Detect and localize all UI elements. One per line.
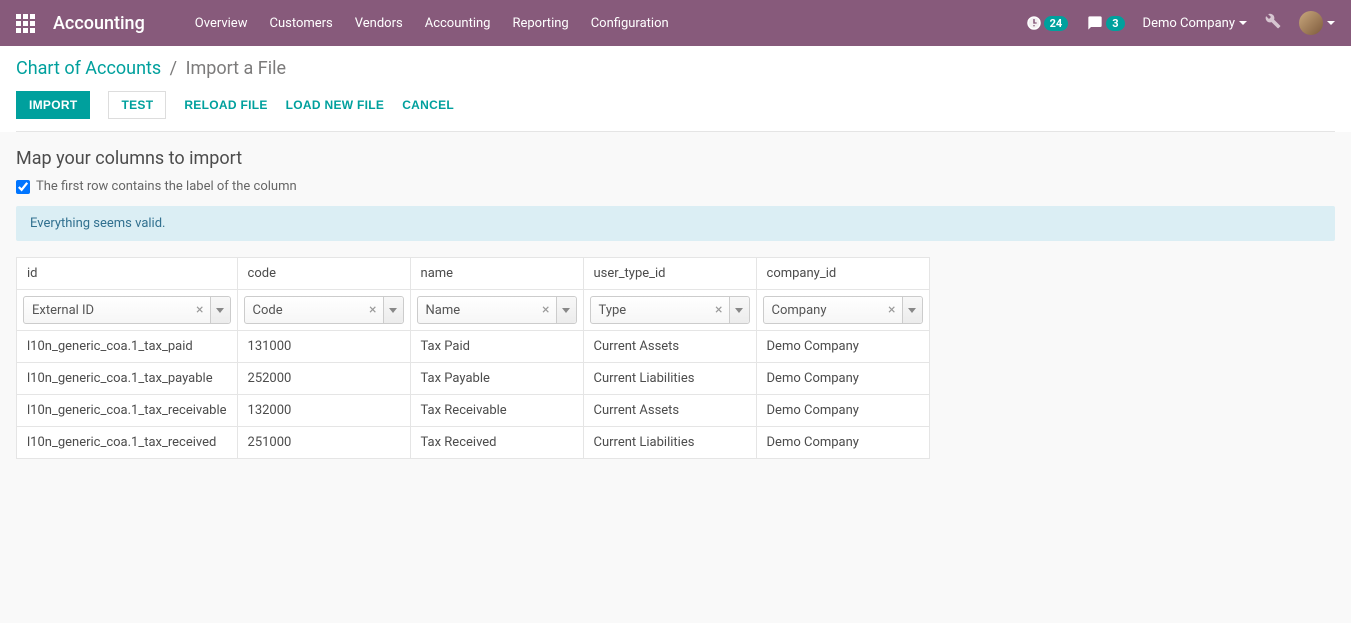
breadcrumb-parent[interactable]: Chart of Accounts [16, 58, 161, 79]
chevron-down-icon[interactable] [210, 297, 230, 323]
clear-icon[interactable]: × [536, 302, 555, 318]
cell-company: Demo Company [756, 427, 929, 459]
nav-accounting[interactable]: Accounting [425, 16, 491, 31]
cell-code: 132000 [237, 395, 410, 427]
import-area: Map your columns to import The first row… [0, 132, 1351, 475]
cancel-button[interactable]: Cancel [402, 92, 454, 118]
mapping-row: External ID× Code× Name× Type× Company× [17, 290, 930, 331]
col-header-code: code [237, 258, 410, 290]
cell-id: l10n_generic_coa.1_tax_receivable [17, 395, 238, 427]
clear-icon[interactable]: × [363, 302, 382, 318]
field-select-type[interactable]: Type× [590, 296, 750, 324]
first-row-checkbox[interactable] [16, 180, 30, 194]
messages-badge: 3 [1106, 16, 1124, 31]
field-select-id[interactable]: External ID× [23, 296, 231, 324]
import-preview-table: id code name user_type_id company_id Ext… [16, 257, 930, 459]
cell-type: Current Assets [583, 395, 756, 427]
validation-alert: Everything seems valid. [16, 206, 1335, 241]
nav-customers[interactable]: Customers [269, 16, 332, 31]
chevron-down-icon[interactable] [383, 297, 403, 323]
chevron-down-icon [1239, 21, 1247, 25]
clear-icon[interactable]: × [190, 302, 209, 318]
user-menu[interactable] [1299, 11, 1335, 35]
company-name: Demo Company [1143, 16, 1235, 31]
chevron-down-icon[interactable] [729, 297, 749, 323]
cell-code: 251000 [237, 427, 410, 459]
activity-icon[interactable]: 24 [1026, 15, 1069, 31]
messages-icon[interactable]: 3 [1086, 15, 1124, 31]
nav-links: Overview Customers Vendors Accounting Re… [195, 16, 669, 31]
breadcrumb: Chart of Accounts / Import a File [16, 58, 1335, 79]
debug-icon[interactable] [1265, 13, 1281, 33]
header-row: id code name user_type_id company_id [17, 258, 930, 290]
load-new-file-button[interactable]: Load New File [286, 92, 385, 118]
cell-type: Current Liabilities [583, 363, 756, 395]
chevron-down-icon[interactable] [902, 297, 922, 323]
col-header-type: user_type_id [583, 258, 756, 290]
apps-icon[interactable] [16, 14, 35, 33]
col-header-name: name [410, 258, 583, 290]
app-brand[interactable]: Accounting [53, 13, 145, 34]
field-select-code[interactable]: Code× [244, 296, 404, 324]
cell-name: Tax Received [410, 427, 583, 459]
breadcrumb-separator: / [170, 58, 177, 79]
clear-icon[interactable]: × [882, 302, 901, 318]
cell-type: Current Liabilities [583, 427, 756, 459]
map-title: Map your columns to import [16, 148, 1335, 169]
field-select-company[interactable]: Company× [763, 296, 923, 324]
first-row-checkbox-label[interactable]: The first row contains the label of the … [16, 179, 1335, 194]
cell-code: 131000 [237, 331, 410, 363]
cell-id: l10n_generic_coa.1_tax_paid [17, 331, 238, 363]
button-row: Import Test Reload File Load New File Ca… [16, 91, 1335, 132]
nav-configuration[interactable]: Configuration [591, 16, 669, 31]
cell-company: Demo Company [756, 395, 929, 427]
reload-file-button[interactable]: Reload File [184, 92, 267, 118]
cell-code: 252000 [237, 363, 410, 395]
table-row: l10n_generic_coa.1_tax_received251000Tax… [17, 427, 930, 459]
cell-company: Demo Company [756, 363, 929, 395]
field-select-name[interactable]: Name× [417, 296, 577, 324]
clear-icon[interactable]: × [709, 302, 728, 318]
activity-badge: 24 [1044, 16, 1069, 31]
table-row: l10n_generic_coa.1_tax_receivable132000T… [17, 395, 930, 427]
nav-reporting[interactable]: Reporting [512, 16, 568, 31]
table-row: l10n_generic_coa.1_tax_paid131000Tax Pai… [17, 331, 930, 363]
control-panel: Chart of Accounts / Import a File Import… [0, 46, 1351, 132]
cell-type: Current Assets [583, 331, 756, 363]
nav-overview[interactable]: Overview [195, 16, 248, 31]
chevron-down-icon [1327, 21, 1335, 25]
cell-name: Tax Receivable [410, 395, 583, 427]
chevron-down-icon[interactable] [556, 297, 576, 323]
top-navbar: Accounting Overview Customers Vendors Ac… [0, 0, 1351, 46]
col-header-id: id [17, 258, 238, 290]
cell-company: Demo Company [756, 331, 929, 363]
nav-vendors[interactable]: Vendors [355, 16, 403, 31]
company-switcher[interactable]: Demo Company [1143, 16, 1247, 31]
breadcrumb-current: Import a File [186, 58, 286, 79]
cell-name: Tax Paid [410, 331, 583, 363]
first-row-text: The first row contains the label of the … [36, 179, 297, 194]
navbar-right: 24 3 Demo Company [1026, 11, 1335, 35]
test-button[interactable]: Test [108, 91, 166, 119]
import-button[interactable]: Import [16, 91, 90, 119]
avatar [1299, 11, 1323, 35]
cell-name: Tax Payable [410, 363, 583, 395]
table-row: l10n_generic_coa.1_tax_payable252000Tax … [17, 363, 930, 395]
cell-id: l10n_generic_coa.1_tax_received [17, 427, 238, 459]
col-header-company: company_id [756, 258, 929, 290]
cell-id: l10n_generic_coa.1_tax_payable [17, 363, 238, 395]
